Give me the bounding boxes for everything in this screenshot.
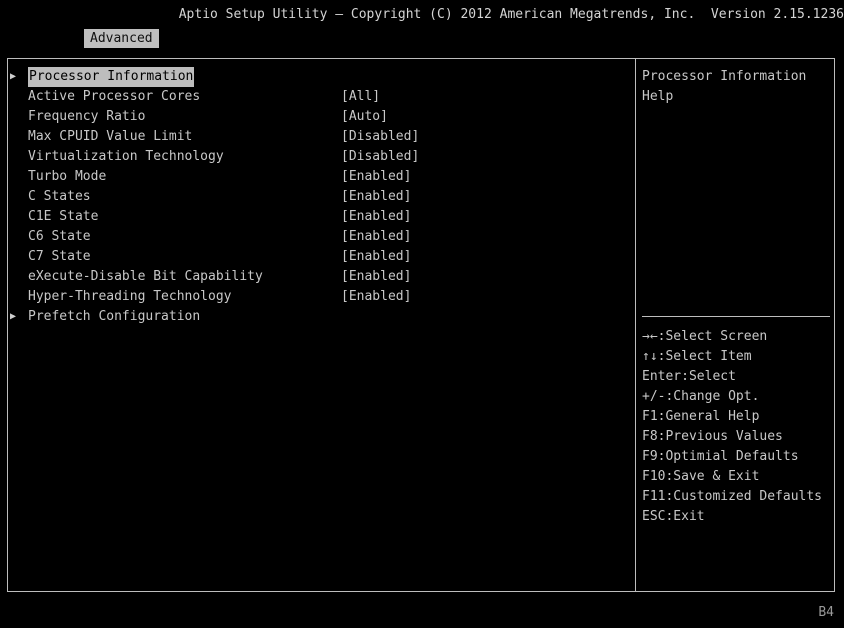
setting-row[interactable]: ▶ Prefetch Configuration xyxy=(10,307,630,327)
key-hint: F1:General Help xyxy=(642,409,760,424)
panel-divider xyxy=(635,58,636,592)
setting-value[interactable]: [Enabled] xyxy=(341,167,411,187)
setting-row[interactable]: Max CPUID Value Limit [Disabled] xyxy=(10,127,630,147)
setting-label: C1E State xyxy=(28,209,99,224)
submenu-arrow-icon: ▶ xyxy=(10,311,17,322)
app-title: Aptio Setup Utility – Copyright (C) 2012… xyxy=(178,7,844,22)
setting-value[interactable]: [Enabled] xyxy=(341,187,411,207)
setting-value[interactable]: [Disabled] xyxy=(341,147,419,167)
key-hint: F8:Previous Values xyxy=(642,429,783,444)
setting-row[interactable]: C6 State [Enabled] xyxy=(10,227,630,247)
key-hint: F10:Save & Exit xyxy=(642,469,760,484)
setting-value[interactable]: [Enabled] xyxy=(341,247,411,267)
setting-row[interactable]: eXecute-Disable Bit Capability [Enabled] xyxy=(10,267,630,287)
key-hint: Enter:Select xyxy=(642,369,736,384)
setting-label: C States xyxy=(28,189,91,204)
setting-row[interactable]: C States [Enabled] xyxy=(10,187,630,207)
setting-label: eXecute-Disable Bit Capability xyxy=(28,269,263,284)
setting-label: Max CPUID Value Limit xyxy=(28,129,193,144)
setting-label: Prefetch Configuration xyxy=(28,309,201,324)
setting-label: Active Processor Cores xyxy=(28,89,201,104)
key-hint: ESC:Exit xyxy=(642,509,705,524)
submenu-arrow-icon: ▶ xyxy=(10,71,17,82)
help-text: Processor Information Help xyxy=(642,69,815,104)
setting-value[interactable]: [Enabled] xyxy=(341,267,411,287)
setting-label: Hyper-Threading Technology xyxy=(28,289,232,304)
key-legend: →←:Select Screen ↑↓:Select Item Enter:Sele… xyxy=(642,327,837,527)
key-hint: →←:Select Screen xyxy=(642,329,768,344)
setting-row[interactable]: Active Processor Cores [All] xyxy=(10,87,630,107)
setting-value[interactable]: [Auto] xyxy=(341,107,388,127)
key-hint: F11:Customized Defaults xyxy=(642,489,823,504)
setting-label: Frequency Ratio xyxy=(28,109,146,124)
setting-label: C6 State xyxy=(28,229,91,244)
key-hint: +/-:Change Opt. xyxy=(642,389,760,404)
setting-value[interactable]: [Enabled] xyxy=(341,287,411,307)
setting-label: Processor Information xyxy=(28,67,195,87)
footer-code: B4 xyxy=(818,605,834,620)
settings-list: ▶ Processor Information Active Processor C… xyxy=(10,67,630,327)
setting-label: Virtualization Technology xyxy=(28,149,224,164)
setting-row[interactable]: Frequency Ratio [Auto] xyxy=(10,107,630,127)
key-hint: F9:Optimial Defaults xyxy=(642,449,799,464)
setting-value[interactable]: [Enabled] xyxy=(341,227,411,247)
setting-label: C7 State xyxy=(28,249,91,264)
setting-value[interactable]: [All] xyxy=(341,87,380,107)
tab-advanced[interactable]: Advanced xyxy=(84,29,159,48)
key-hint: ↑↓:Select Item xyxy=(642,349,752,364)
setting-row[interactable]: Virtualization Technology [Disabled] xyxy=(10,147,630,167)
help-separator xyxy=(642,316,830,317)
setting-row[interactable]: ▶ Processor Information xyxy=(10,67,630,87)
setting-row[interactable]: C1E State [Enabled] xyxy=(10,207,630,227)
setting-value[interactable]: [Disabled] xyxy=(341,127,419,147)
setting-row[interactable]: C7 State [Enabled] xyxy=(10,247,630,267)
setting-row[interactable]: Turbo Mode [Enabled] xyxy=(10,167,630,187)
setting-label: Turbo Mode xyxy=(28,169,107,184)
setting-row[interactable]: Hyper-Threading Technology [Enabled] xyxy=(10,287,630,307)
setting-value[interactable]: [Enabled] xyxy=(341,207,411,227)
